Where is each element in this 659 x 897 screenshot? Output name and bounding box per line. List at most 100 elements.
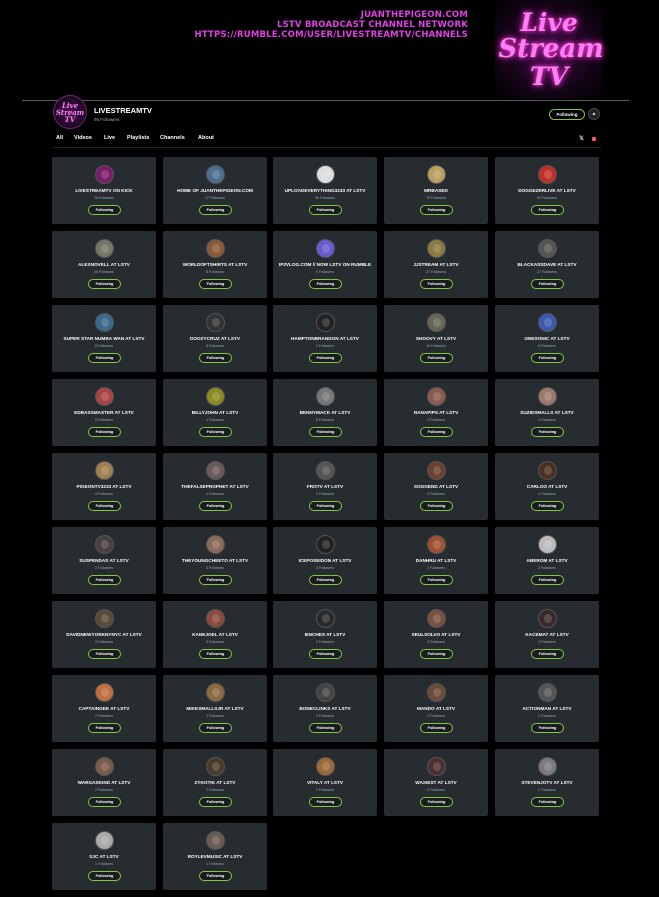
channel-card-avatar[interactable] (427, 313, 446, 332)
channel-card-name[interactable]: MRBASED (386, 188, 486, 193)
channel-card-name[interactable]: DAVIDNEWYORKNYNYC AT LSTV (54, 632, 154, 637)
channel-card-avatar[interactable] (427, 165, 446, 184)
channel-card[interactable]: BONECLINKS AT LSTV 2 Followers Following (273, 675, 377, 742)
channel-card-following-button[interactable]: Following (420, 575, 453, 585)
channel-card-avatar[interactable] (206, 239, 225, 258)
channel-card-name[interactable]: NANAPIPS AT LSTV (386, 410, 486, 415)
channel-card[interactable]: DANHRU AT LSTV 3 Followers Following (384, 527, 488, 594)
channel-card[interactable]: HAMPTONBRANDON AT LSTV 4 Followers Followi… (273, 305, 377, 372)
channel-card-avatar[interactable] (538, 609, 557, 628)
channel-card-avatar[interactable] (206, 831, 225, 850)
channel-card-avatar[interactable] (206, 313, 225, 332)
rss-icon[interactable] (592, 137, 596, 141)
channel-card-avatar[interactable] (95, 757, 114, 776)
channel-card-avatar[interactable] (95, 239, 114, 258)
channel-card[interactable]: DOGGEZERLIVE AT LSTV 62 Followers Followin… (495, 157, 599, 224)
channel-card-following-button[interactable]: Following (531, 353, 564, 363)
channel-card-avatar[interactable] (95, 535, 114, 554)
channel-card[interactable]: NANAPIPS AT LSTV 4 Followers Following (384, 379, 488, 446)
channel-card[interactable]: KACEMAT AT LSTV 3 Followers Following (495, 601, 599, 668)
channel-card-following-button[interactable]: Following (531, 723, 564, 733)
channel-card[interactable]: ICEPOSEIDON AT LSTV 3 Followers Following (273, 527, 377, 594)
channel-card-name[interactable]: SUPER STAR NUMBA WAN AT LSTV (54, 336, 154, 341)
channel-card-name[interactable]: CARLOO AT LSTV (497, 484, 597, 489)
channel-card[interactable]: SOGGEND AT LSTV 3 Followers Following (384, 453, 488, 520)
channel-card-name[interactable]: KANEJOEL AT LSTV (165, 632, 265, 637)
channel-card-name[interactable]: DOOZYCRUZ AT LSTV (165, 336, 265, 341)
channel-card-following-button[interactable]: Following (531, 575, 564, 585)
channel-card-avatar[interactable] (95, 461, 114, 480)
channel-card-following-button[interactable]: Following (309, 649, 342, 659)
channel-card-name[interactable]: SEULSOLVO AT LSTV (386, 632, 486, 637)
channel-card-name[interactable]: ACTIONMAN AT LSTV (497, 706, 597, 711)
channel-card-name[interactable]: THEFALSEPROPHET AT LSTV (165, 484, 265, 489)
channel-card-avatar[interactable] (95, 165, 114, 184)
channel-card-following-button[interactable]: Following (199, 205, 232, 215)
channel-card-following-button[interactable]: Following (88, 649, 121, 659)
channel-card[interactable]: IP2VLOG.COM // NOW LSTV ON RUMBLE 9 Follo… (273, 231, 377, 298)
channel-card-following-button[interactable]: Following (199, 427, 232, 437)
channel-card-avatar[interactable] (206, 165, 225, 184)
channel-card[interactable]: SHOOVY AT LSTV 10 Followers Following (384, 305, 488, 372)
channel-card-avatar[interactable] (206, 683, 225, 702)
channel-card[interactable]: UPLOADEVERYTHING3233 AT LSTV 56 Followers… (273, 157, 377, 224)
channel-card-following-button[interactable]: Following (309, 501, 342, 511)
tab-about[interactable]: About (198, 134, 214, 148)
channel-card-following-button[interactable]: Following (309, 575, 342, 585)
channel-card-following-button[interactable]: Following (199, 501, 232, 511)
channel-card-name[interactable]: ONESONIC AT LSTV (497, 336, 597, 341)
channel-card-avatar[interactable] (538, 757, 557, 776)
channel-card-avatar[interactable] (427, 609, 446, 628)
channel-card-following-button[interactable]: Following (88, 279, 121, 289)
channel-card[interactable]: ACTIONMAN AT LSTV 2 Followers Following (495, 675, 599, 742)
channel-card-name[interactable]: SUZIESMALLS AT LSTV (497, 410, 597, 415)
channel-card-name[interactable]: BENNYMACK AT LSTV (275, 410, 375, 415)
channel-card-avatar[interactable] (538, 387, 557, 406)
channel-card-following-button[interactable]: Following (199, 797, 232, 807)
following-button[interactable]: Following (549, 109, 585, 120)
channel-card-avatar[interactable] (95, 387, 114, 406)
channel-card-name[interactable]: KACEMAT AT LSTV (497, 632, 597, 637)
tab-videos[interactable]: Videos (74, 134, 92, 148)
channel-card-following-button[interactable]: Following (531, 427, 564, 437)
channel-card[interactable]: STEVENJOTV AT LSTV 2 Followers Following (495, 749, 599, 816)
channel-card-avatar[interactable] (538, 461, 557, 480)
channel-card[interactable]: KANEJOEL AT LSTV 3 Followers Following (163, 601, 267, 668)
channel-card[interactable]: JJSTREAM AT LSTV 27 Followers Following (384, 231, 488, 298)
channel-card[interactable]: LIVESTREAMTV ON KICK 26 Followers Followin… (52, 157, 156, 224)
channel-card-following-button[interactable]: Following (531, 501, 564, 511)
channel-card-following-button[interactable]: Following (199, 575, 232, 585)
channel-card-avatar[interactable] (316, 609, 335, 628)
channel-card-following-button[interactable]: Following (199, 649, 232, 659)
channel-card[interactable]: HOME OF JUANTHEPIGEON.COM 17 Followers Fol… (163, 157, 267, 224)
channel-card-avatar[interactable] (427, 239, 446, 258)
channel-card-avatar[interactable] (427, 535, 446, 554)
channel-card-name[interactable]: ROYLEVMUSIC AT LSTV (165, 854, 265, 859)
channel-card-following-button[interactable]: Following (309, 279, 342, 289)
channel-card-name[interactable]: SUSPENDAS AT LSTV (54, 558, 154, 563)
channel-card-avatar[interactable] (95, 831, 114, 850)
channel-card-name[interactable]: JJSTREAM AT LSTV (386, 262, 486, 267)
channel-card-avatar[interactable] (316, 461, 335, 480)
channel-card-avatar[interactable] (316, 683, 335, 702)
channel-card-name[interactable]: LIVESTREAMTV ON KICK (54, 188, 154, 193)
channel-card-following-button[interactable]: Following (88, 205, 121, 215)
channel-card-avatar[interactable] (206, 461, 225, 480)
channel-card[interactable]: DOOZYCRUZ AT LSTV 8 Followers Following (163, 305, 267, 372)
channel-card-name[interactable]: SHOOVY AT LSTV (386, 336, 486, 341)
channel-card[interactable]: THEYOUNGCHEETO AT LSTV 3 Followers Followi… (163, 527, 267, 594)
channel-card-avatar[interactable] (206, 757, 225, 776)
channel-card-name[interactable]: HOME OF JUANTHEPIGEON.COM (165, 188, 265, 193)
channel-card-avatar[interactable] (538, 313, 557, 332)
channel-card[interactable]: CAPTAINGEE AT LSTV 2 Followers Following (52, 675, 156, 742)
channel-card-name[interactable]: EDBASSMASTER AT LSTV (54, 410, 154, 415)
channel-card-name[interactable]: THEYOUNGCHEETO AT LSTV (165, 558, 265, 563)
tab-playlists[interactable]: Playlists (127, 134, 149, 148)
channel-card[interactable]: BLACKASSDAVE AT LSTV 27 Followers Followin… (495, 231, 599, 298)
channel-card-name[interactable]: FROTV AT LSTV (275, 484, 375, 489)
channel-card[interactable]: ZYKOTIK AT LSTV 2 Followers Following (163, 749, 267, 816)
channel-card[interactable]: SJC AT LSTV 1 Followers Following (52, 823, 156, 890)
channel-card-name[interactable]: DOGGEZERLIVE AT LSTV (497, 188, 597, 193)
channel-card-following-button[interactable]: Following (199, 871, 232, 881)
channel-card[interactable]: PIGEONTV3233 AT LSTV 4 Followers Following (52, 453, 156, 520)
